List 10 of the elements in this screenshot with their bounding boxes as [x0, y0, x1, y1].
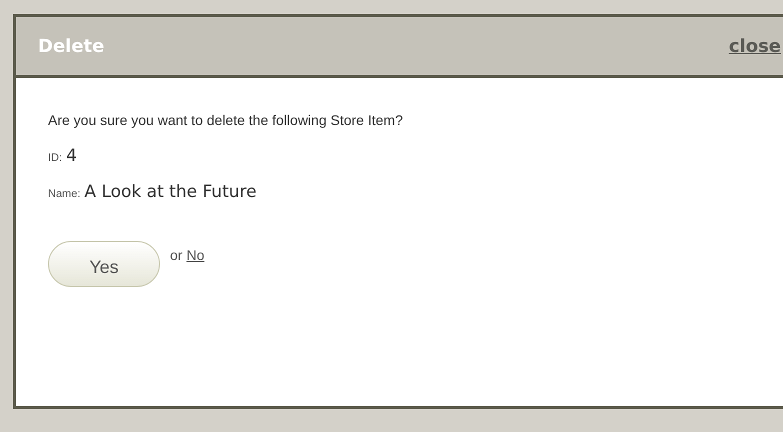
field-label: Name: [48, 186, 80, 202]
or-text: or [170, 246, 182, 265]
no-link[interactable]: No [186, 245, 204, 266]
yes-button[interactable]: Yes [48, 241, 160, 287]
confirmation-message: Are you sure you want to delete the following Store Item? [48, 111, 404, 130]
dialog-title: Delete [38, 34, 104, 58]
field-value: 4 [66, 145, 77, 168]
field-label: ID: [48, 151, 62, 166]
close-link[interactable]: close [728, 32, 781, 60]
field-value: A Look at the Future [84, 180, 257, 204]
